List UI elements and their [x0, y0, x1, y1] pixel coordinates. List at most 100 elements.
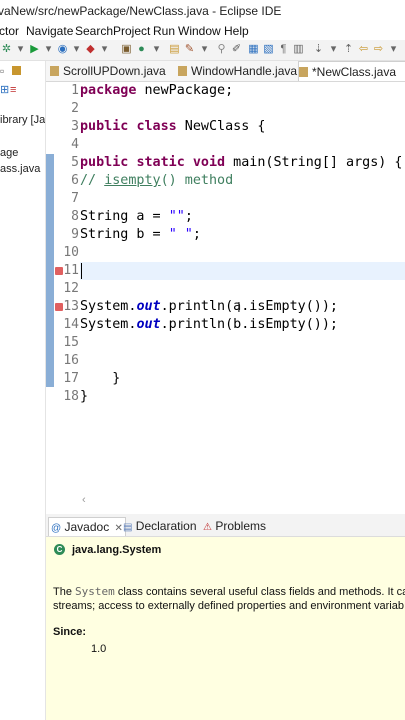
bottom-tab-bar: @ Javadoc ✕ ▤ Declaration ⚠ Problems: [46, 514, 405, 537]
javadoc-description-line-1: The System class contains several useful…: [53, 585, 405, 598]
error-marker-icon[interactable]: [55, 267, 63, 275]
text-cursor: [81, 263, 82, 279]
menu-window[interactable]: Window: [178, 22, 221, 40]
code-line-5: public static void main(String[] args) {: [80, 155, 403, 170]
tab-label: Javadoc: [64, 520, 110, 534]
code-line-1: package newPackage;: [80, 83, 234, 98]
open-type-icon[interactable]: ▤: [168, 43, 181, 56]
close-icon[interactable]: ✕: [115, 523, 123, 534]
package-explorer: ▫ ⊞ ≡ ibrary [Ja age ass.java: [0, 61, 46, 720]
source-folder-icon: ≡: [10, 84, 17, 96]
menu-navigate[interactable]: Navigate: [26, 22, 73, 40]
code-editor[interactable]: 1 2 3 4 5 6 7 8 9 10 11 12 13 14 15 16 1…: [46, 82, 405, 512]
declaration-icon: ▤: [123, 522, 133, 533]
tab-javadoc[interactable]: @ Javadoc ✕: [48, 517, 126, 536]
window-title: vaNew/src/newPackage/NewClass.java - Ecl…: [0, 4, 282, 18]
line-number: 4: [71, 137, 79, 152]
tab-windowhandle[interactable]: WindowHandle.java: [178, 61, 297, 81]
new-package-icon[interactable]: ▣: [120, 43, 133, 56]
javadoc-since-label: Since:: [53, 626, 87, 638]
annotation-dropdown-icon[interactable]: ▾: [327, 43, 340, 56]
tab-label: WindowHandle.java: [191, 64, 298, 78]
code-line-14: System.out.println(b.isEmpty());: [80, 317, 338, 332]
line-number: 5: [71, 155, 79, 170]
code-line-17: }: [80, 371, 121, 386]
code-line-8: String a = "";: [80, 209, 193, 224]
scroll-left-icon[interactable]: ‹: [82, 494, 86, 506]
java-file-icon: [178, 66, 187, 76]
run-dropdown-icon[interactable]: ▾: [42, 43, 55, 56]
current-line-highlight: [80, 262, 405, 280]
menu-project[interactable]: Project: [113, 22, 150, 40]
javadoc-description-line-2: streams; access to externally defined pr…: [53, 600, 404, 612]
dropdown-arrow-icon[interactable]: ▾: [14, 43, 27, 56]
code-line-13: System.out.println(a.isEmpty());: [80, 299, 338, 314]
menu-refactor[interactable]: ctor: [0, 22, 19, 40]
line-number: 7: [71, 191, 79, 206]
line-number: 6: [71, 173, 79, 188]
word-wrap-icon[interactable]: ▧: [262, 43, 275, 56]
code-line-18: }: [80, 389, 89, 404]
problems-icon: ⚠: [203, 522, 212, 533]
line-number: 2: [71, 101, 79, 116]
menu-help[interactable]: Help: [224, 22, 249, 40]
javadoc-since-value: 1.0: [91, 643, 107, 655]
collapse-icon[interactable]: ▫: [0, 64, 4, 78]
line-number: 17: [63, 371, 79, 386]
mark-occurrences-icon[interactable]: ✐: [230, 43, 243, 56]
show-whitespace-icon[interactable]: ¶: [277, 43, 290, 56]
menu-run[interactable]: Run: [153, 22, 175, 40]
line-number: 1: [71, 83, 79, 98]
forward-dropdown-icon[interactable]: ▾: [387, 43, 400, 56]
error-marker-icon[interactable]: [55, 303, 63, 311]
tab-declaration[interactable]: ▤ Declaration: [123, 517, 197, 535]
editor-tab-bar: ScrollUPDown.java WindowHandle.java *New…: [46, 61, 405, 82]
external-tools-icon[interactable]: ◆: [84, 43, 97, 56]
tree-item-java-file[interactable]: ass.java: [0, 163, 40, 175]
new-class-dropdown-icon[interactable]: ▾: [150, 43, 163, 56]
tab-label: ScrollUPDown.java: [63, 64, 166, 78]
tab-scrollupdown[interactable]: ScrollUPDown.java: [50, 61, 166, 81]
code-line-6-comment: // isempty() method: [80, 173, 234, 188]
search-icon[interactable]: ⚲: [215, 43, 228, 56]
next-annotation-icon[interactable]: ⇣: [312, 43, 325, 56]
bottom-panel: @ Javadoc ✕ ▤ Declaration ⚠ Problems C j…: [46, 514, 405, 720]
tab-label: *NewClass.java: [312, 65, 397, 79]
line-number: 12: [63, 281, 79, 296]
main-toolbar: ✲ ▾ ▶ ▾ ◉ ▾ ◆ ▾ ▣ ● ▾ ▤ ✎ ▾ ⚲ ✐ ▦ ▧ ¶ ▥ …: [0, 40, 405, 61]
block-selection-icon[interactable]: ▦: [247, 43, 260, 56]
tab-label: Declaration: [135, 519, 197, 533]
i-beam-cursor-icon: I: [237, 301, 241, 316]
forward-icon[interactable]: ⇨: [372, 43, 385, 56]
toggle-breadcrumb-icon[interactable]: ▥: [292, 43, 305, 56]
line-number: 18: [63, 389, 79, 404]
external-tools-dropdown-icon[interactable]: ▾: [98, 43, 111, 56]
line-number: 3: [71, 119, 79, 134]
open-task-icon[interactable]: ✎: [183, 43, 196, 56]
coverage-icon[interactable]: ◉: [56, 43, 69, 56]
open-task-dropdown-icon[interactable]: ▾: [198, 43, 211, 56]
settings-gear-icon[interactable]: ✲: [0, 43, 13, 56]
library-icon: ⊞: [0, 84, 10, 96]
prev-annotation-icon[interactable]: ⇡: [342, 43, 355, 56]
tree-item-package[interactable]: age: [0, 147, 18, 159]
javadoc-view: C java.lang.System The System class cont…: [46, 537, 405, 720]
link-icon[interactable]: [12, 66, 21, 75]
editor-horizontal-scrollbar[interactable]: ‹: [46, 493, 405, 509]
window-title-bar: vaNew/src/newPackage/NewClass.java - Ecl…: [0, 0, 405, 22]
code-line-9: String b = " ";: [80, 227, 201, 242]
back-icon[interactable]: ⇦: [357, 43, 370, 56]
new-class-icon[interactable]: ●: [135, 43, 148, 56]
code-line-3: public class NewClass {: [80, 119, 266, 134]
line-number: 14: [63, 317, 79, 332]
line-number: 9: [71, 227, 79, 242]
line-number: 16: [63, 353, 79, 368]
tree-item-library[interactable]: ibrary [Ja: [0, 114, 45, 126]
tab-newclass-active[interactable]: *NewClass.java: [298, 61, 405, 81]
menu-bar: ctor Navigate Search Project Run Window …: [0, 22, 405, 40]
menu-search[interactable]: Search: [75, 22, 113, 40]
class-icon: C: [54, 544, 65, 555]
run-icon[interactable]: ▶: [28, 43, 41, 56]
tab-problems[interactable]: ⚠ Problems: [203, 517, 266, 535]
coverage-dropdown-icon[interactable]: ▾: [70, 43, 83, 56]
